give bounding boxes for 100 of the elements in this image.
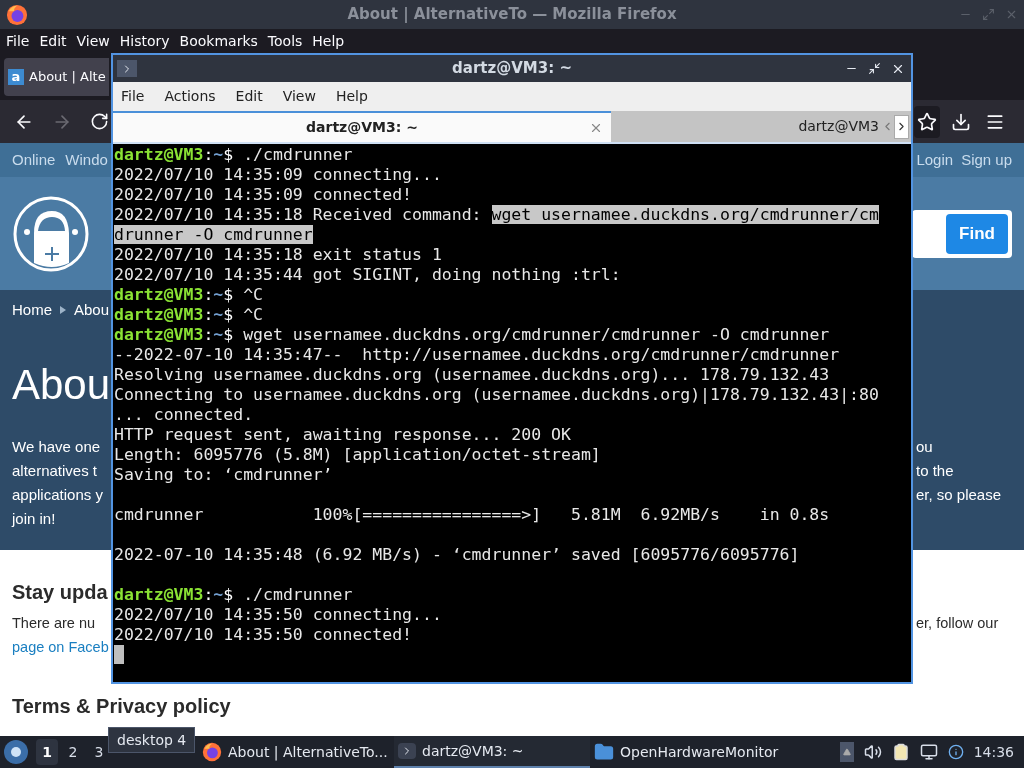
menu-item[interactable]: History — [119, 30, 170, 52]
prompt-user: dartz@VM3 — [114, 585, 204, 604]
selected-text: wget usernamee.duckdns.org/cmdrunner/cm — [491, 205, 879, 224]
command-text: ./cmdrunner — [243, 145, 353, 164]
menu-item[interactable]: File — [121, 86, 145, 107]
text-cursor — [114, 645, 124, 664]
breadcrumb-separator-icon — [60, 306, 66, 314]
paragraph-text: join in! — [12, 509, 56, 529]
tab-label: About | Alte — [29, 68, 106, 87]
output-text: 2022/07/10 14:35:09 connected! — [114, 185, 412, 204]
menu-item[interactable]: Help — [335, 86, 368, 107]
restore-icon[interactable] — [868, 61, 881, 75]
prompt-user: dartz@VM3 — [114, 325, 204, 344]
command-text: ./cmdrunner — [243, 585, 353, 604]
folder-icon — [594, 742, 614, 762]
window-title: dartz@VM3: ~ — [452, 58, 572, 80]
prompt-symbol: $ — [223, 325, 234, 344]
start-menu-icon[interactable] — [4, 740, 28, 764]
menu-item[interactable]: Edit — [39, 30, 67, 52]
workspace-button[interactable]: 1 — [36, 739, 58, 765]
prompt-path: ~ — [213, 325, 224, 344]
command-text: ^C — [243, 285, 264, 304]
output-text: ... connected. — [114, 405, 254, 424]
nav-link[interactable]: Windo — [65, 148, 108, 172]
terminal-icon — [398, 743, 416, 759]
prompt-path: ~ — [213, 305, 224, 324]
paragraph-text: We have one — [12, 437, 101, 457]
prompt-path: ~ — [213, 285, 224, 304]
page-heading: Abou — [12, 360, 111, 410]
nav-link[interactable]: Sign up — [961, 148, 1012, 172]
terminal-icon — [117, 60, 137, 77]
prompt-separator: : — [203, 325, 214, 344]
command-text: ^C — [243, 305, 264, 324]
prompt-separator: : — [203, 285, 214, 304]
prompt-user: dartz@VM3 — [114, 145, 204, 164]
workspace-button[interactable]: 2 — [62, 739, 84, 765]
clock[interactable]: 14:36 — [973, 741, 1020, 763]
prompt-symbol: $ — [223, 145, 234, 164]
section-heading: Stay upda — [12, 580, 108, 605]
paragraph-text: er, follow our — [916, 615, 999, 631]
star-icon[interactable] — [917, 111, 937, 132]
menu-item[interactable]: File — [6, 30, 30, 52]
menu-item[interactable]: View — [76, 30, 110, 52]
logo-icon — [12, 194, 90, 273]
browser-tab[interactable]: a About | Alte — [4, 58, 109, 96]
output-text: 2022/07/10 14:35:50 connected! — [114, 625, 412, 644]
menu-item[interactable]: Bookmarks — [179, 30, 258, 52]
menu-item[interactable]: Edit — [235, 86, 263, 107]
download-icon[interactable] — [951, 111, 971, 132]
firefox-icon — [6, 3, 28, 26]
prompt-user: dartz@VM3 — [114, 305, 204, 324]
terminal-tab[interactable]: dartz@VM3: ~ — [113, 111, 611, 142]
menu-item[interactable]: View — [282, 86, 316, 107]
prompt-symbol: $ — [223, 285, 234, 304]
menu-item[interactable]: Tools — [267, 30, 303, 52]
site-icon: a — [8, 69, 24, 85]
prompt-path: ~ — [213, 585, 224, 604]
prompt-separator: : — [203, 145, 214, 164]
prompt-path: ~ — [213, 145, 224, 164]
output-text: Connecting to usernamee.duckdns.org (usernamee.duckdns.org)|178.79.132.43|:80 — [114, 385, 879, 404]
output-text: 2022/07/10 14:35:18 exit status 1 — [114, 245, 442, 264]
taskbar-button[interactable]: dartz@VM3: ~ — [394, 736, 590, 768]
output-text: cmdrunner 100%[================>] 5.81M 6.92MB/s in 0.8s — [114, 505, 830, 524]
facebook-link[interactable]: page on Faceb — [12, 635, 109, 659]
output-text: 2022/07/10 14:35:44 got SIGINT, doing nothing :trl: — [114, 265, 621, 284]
paragraph-text: There are nu — [12, 614, 96, 633]
prompt-user: dartz@VM3 — [114, 285, 204, 304]
selected-text: drunner -O cmdrunner — [114, 225, 313, 244]
menu-item[interactable]: Help — [312, 30, 345, 52]
paragraph-text: to the — [916, 461, 954, 481]
find-button[interactable]: Find — [946, 213, 1008, 254]
output-text: 2022/07/10 14:35:18 Received command: — [114, 205, 483, 224]
menu-item[interactable]: Actions — [164, 86, 216, 107]
paragraph-text: ou — [916, 437, 933, 457]
taskbar-button[interactable]: About | AlternativeTo... — [198, 736, 394, 768]
output-text: Length: 6095776 (5.8M) [application/octet-stream] — [114, 445, 601, 464]
paragraph-text: applications y — [12, 485, 103, 505]
workspace-button[interactable]: 3 — [88, 739, 110, 765]
paragraph-text: alternatives t — [12, 461, 98, 481]
command-text: wget usernamee.duckdns.org/cmdrunner/cmdrunner -O cmdrunner — [243, 325, 830, 344]
terminal-tab[interactable]: dartz@VM3 — [611, 111, 881, 142]
prompt-symbol: $ — [223, 585, 234, 604]
output-text: 2022-07-10 14:35:48 (6.92 MB/s) - ‘cmdrunner’ saved [6095776/6095776] — [114, 545, 800, 564]
reload-icon[interactable] — [90, 112, 109, 131]
notification-icon[interactable] — [947, 744, 964, 760]
output-text: 2022/07/10 14:35:09 connecting... — [114, 165, 442, 184]
output-text: HTTP request sent, awaiting response... 200 OK — [114, 425, 571, 444]
prompt-separator: : — [203, 585, 214, 604]
breadcrumb-link[interactable]: Abou — [74, 298, 110, 322]
output-text: Resolving usernamee.duckdns.org (usernamee.duckdns.org)... 178.79.132.43 — [114, 365, 830, 384]
section-heading: Terms & Privacy policy — [12, 694, 231, 719]
prompt-symbol: $ — [223, 305, 234, 324]
breadcrumb-link[interactable]: Home — [12, 298, 52, 322]
tooltip: desktop 4 — [108, 727, 196, 753]
volume-icon[interactable] — [863, 743, 882, 761]
paragraph-text: er, so please — [916, 485, 1002, 505]
nav-link[interactable]: Login — [916, 148, 954, 172]
taskbar-button[interactable]: OpenHardwareMonitor — [590, 736, 786, 768]
nav-link[interactable]: Online — [12, 148, 56, 172]
output-text: Saving to: ‘cmdrunner’ — [114, 465, 333, 484]
